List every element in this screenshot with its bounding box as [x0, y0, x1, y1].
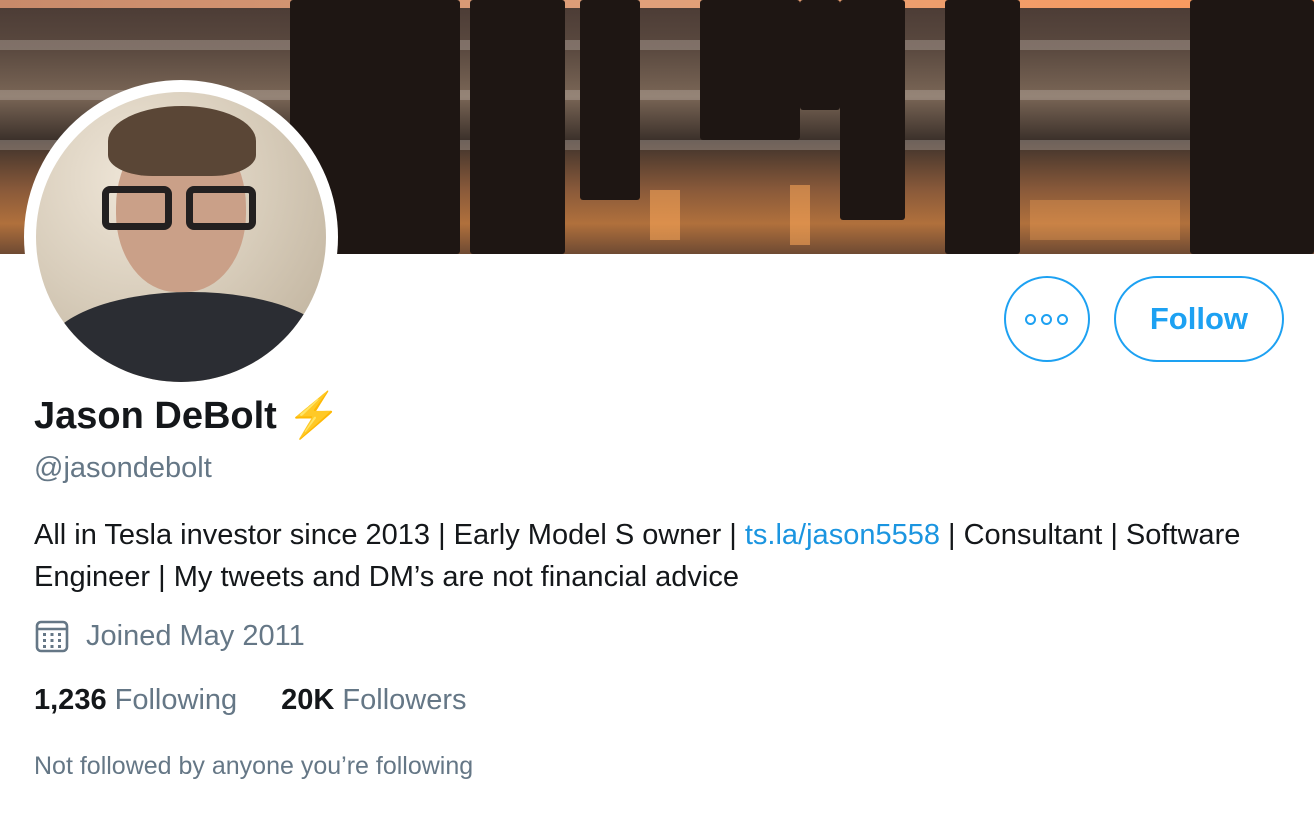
- profile-stats: 1,236 Following 20K Followers: [34, 684, 467, 717]
- bio-link[interactable]: ts.la/jason5558: [745, 519, 940, 551]
- banner-pillar: [800, 0, 840, 110]
- avatar-frame[interactable]: [24, 80, 338, 394]
- banner-wave: [0, 40, 1314, 50]
- banner-pillar: [470, 0, 565, 254]
- followers-stat[interactable]: 20K Followers: [281, 684, 466, 717]
- bio-text: All in Tesla investor since 2013 | Early…: [34, 519, 745, 551]
- banner-pillar: [1190, 0, 1314, 254]
- banner-reflection: [1030, 200, 1180, 240]
- lightning-bolt-icon: ⚡: [286, 391, 342, 440]
- avatar[interactable]: [36, 92, 326, 382]
- followers-count: 20K: [281, 684, 335, 716]
- following-label: Following: [114, 684, 238, 716]
- profile-actions: Follow: [1003, 276, 1284, 362]
- joined-date: Joined May 2011: [34, 618, 305, 654]
- banner-reflection: [650, 190, 680, 240]
- calendar-icon: [35, 620, 69, 653]
- follow-button[interactable]: Follow: [1113, 276, 1284, 362]
- joined-text: Joined May 2011: [86, 619, 305, 652]
- following-stat[interactable]: 1,236 Following: [34, 684, 237, 717]
- profile-name-row: Jason DeBolt ⚡: [34, 394, 342, 438]
- avatar-hair: [108, 106, 256, 176]
- profile-handle: @jasondebolt: [34, 452, 212, 484]
- more-dots-icon: [1057, 313, 1069, 325]
- more-options-button[interactable]: [1003, 276, 1090, 362]
- banner-pillar: [700, 0, 800, 140]
- banner-reflection: [790, 185, 810, 245]
- more-dots-icon: [1041, 313, 1053, 325]
- following-count: 1,236: [34, 684, 107, 716]
- banner-sky: [0, 0, 1314, 8]
- profile-bio: All in Tesla investor since 2013 | Early…: [34, 514, 1284, 598]
- followers-label: Followers: [342, 684, 467, 716]
- more-dots-icon: [1025, 313, 1037, 325]
- avatar-glasses: [102, 186, 262, 232]
- banner-pillar: [580, 0, 640, 200]
- profile-name: Jason DeBolt: [34, 394, 277, 437]
- avatar-shirt: [46, 292, 326, 382]
- followed-by-note: Not followed by anyone you’re following: [34, 752, 474, 780]
- banner-pillar: [840, 0, 905, 220]
- banner-pillar: [945, 0, 1020, 254]
